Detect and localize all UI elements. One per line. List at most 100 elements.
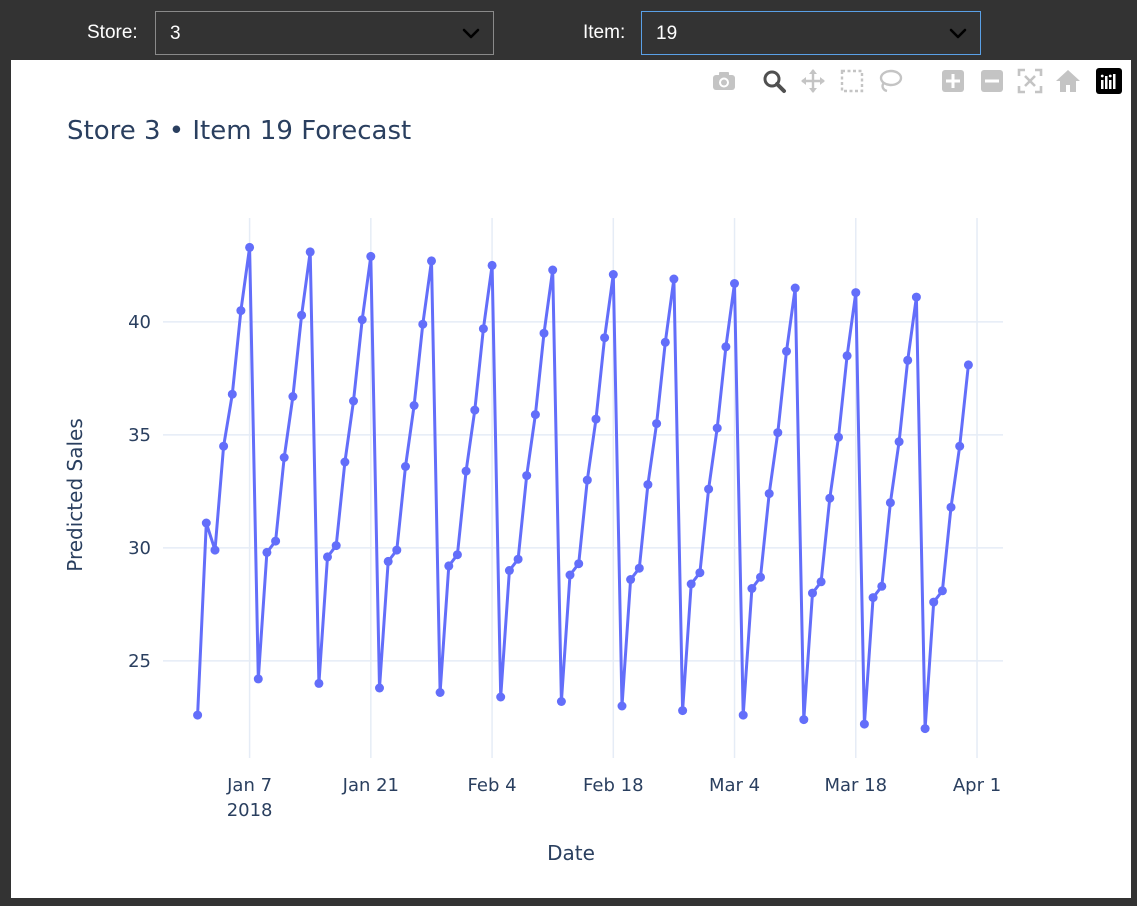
data-point[interactable]: [548, 265, 558, 275]
data-point[interactable]: [903, 355, 913, 365]
data-point[interactable]: [764, 489, 774, 499]
data-point[interactable]: [409, 401, 419, 410]
data-point[interactable]: [279, 453, 289, 462]
data-point[interactable]: [799, 715, 809, 725]
data-point[interactable]: [201, 518, 211, 528]
data-point[interactable]: [340, 457, 350, 467]
data-point[interactable]: [660, 337, 670, 347]
data-point[interactable]: [643, 480, 653, 490]
data-point[interactable]: [193, 710, 203, 720]
data-point[interactable]: [730, 279, 739, 288]
data-point[interactable]: [678, 706, 688, 716]
data-point[interactable]: [808, 588, 817, 598]
data-point[interactable]: [894, 437, 904, 447]
data-point[interactable]: [435, 688, 445, 697]
data-point[interactable]: [885, 498, 895, 508]
data-point[interactable]: [227, 389, 237, 399]
data-point[interactable]: [669, 274, 679, 284]
data-point[interactable]: [401, 462, 410, 471]
data-point[interactable]: [868, 593, 878, 603]
data-point[interactable]: [236, 306, 246, 316]
data-point[interactable]: [305, 247, 315, 257]
data-point[interactable]: [253, 674, 263, 684]
data-point[interactable]: [608, 270, 618, 279]
data-point[interactable]: [600, 333, 610, 343]
data-point[interactable]: [478, 324, 488, 334]
store-dropdown[interactable]: 3: [155, 11, 494, 55]
y-axis-ticks: 25 30 35 40: [128, 312, 151, 672]
data-point[interactable]: [565, 570, 575, 580]
data-point[interactable]: [444, 561, 454, 571]
data-point[interactable]: [591, 414, 601, 424]
data-point[interactable]: [366, 251, 376, 261]
data-point[interactable]: [686, 579, 696, 589]
data-point[interactable]: [911, 292, 921, 302]
data-point[interactable]: [530, 410, 540, 420]
data-point[interactable]: [314, 678, 324, 688]
data-point[interactable]: [834, 432, 843, 442]
data-point[interactable]: [556, 697, 566, 706]
data-point[interactable]: [946, 502, 956, 512]
data-point[interactable]: [392, 545, 402, 555]
data-point[interactable]: [323, 552, 332, 562]
data-point[interactable]: [513, 554, 523, 564]
data-point[interactable]: [262, 547, 272, 557]
data-point[interactable]: [331, 541, 341, 551]
data-point[interactable]: [652, 419, 662, 429]
data-point[interactable]: [210, 545, 220, 555]
x-tick-label: Apr 1: [953, 775, 1001, 796]
data-point[interactable]: [773, 428, 783, 438]
data-point[interactable]: [383, 556, 393, 566]
data-point[interactable]: [219, 441, 229, 451]
data-point[interactable]: [859, 719, 869, 729]
data-point[interactable]: [738, 710, 748, 720]
data-point[interactable]: [704, 484, 714, 494]
data-point[interactable]: [851, 288, 861, 298]
data-point[interactable]: [427, 256, 436, 266]
data-point[interactable]: [937, 586, 947, 596]
data-point[interactable]: [271, 536, 281, 546]
x-tick-label: Feb 18: [583, 775, 644, 796]
data-point[interactable]: [747, 584, 757, 593]
data-point[interactable]: [375, 683, 384, 693]
forecast-chart: Jan 7 2018 Jan 21 Feb 4 Feb 18 Mar 4 Mar 18 Apr…: [63, 116, 1003, 865]
data-point[interactable]: [920, 724, 930, 734]
data-point[interactable]: [721, 342, 731, 352]
data-point[interactable]: [963, 360, 973, 370]
data-point[interactable]: [712, 423, 722, 433]
data-point[interactable]: [825, 493, 835, 503]
data-point[interactable]: [816, 577, 826, 587]
data-point[interactable]: [582, 475, 592, 485]
data-point[interactable]: [790, 283, 800, 293]
data-point[interactable]: [487, 260, 497, 270]
data-point[interactable]: [461, 466, 471, 476]
data-point[interactable]: [626, 575, 636, 584]
data-point[interactable]: [245, 242, 255, 252]
data-point[interactable]: [470, 405, 480, 415]
data-point[interactable]: [955, 441, 965, 451]
chevron-down-icon: [949, 28, 967, 39]
data-point[interactable]: [782, 346, 791, 356]
data-point[interactable]: [617, 701, 627, 711]
data-point[interactable]: [297, 310, 307, 320]
data-point[interactable]: [877, 581, 887, 591]
item-dropdown[interactable]: 19: [641, 11, 981, 55]
data-point[interactable]: [539, 328, 549, 338]
data-point[interactable]: [288, 392, 298, 401]
data-point[interactable]: [452, 550, 462, 560]
data-point[interactable]: [357, 315, 367, 325]
data-point[interactable]: [496, 692, 506, 702]
store-label: Store:: [87, 22, 138, 43]
data-point[interactable]: [695, 568, 705, 578]
data-point[interactable]: [929, 597, 939, 607]
data-point[interactable]: [574, 559, 584, 569]
data-point[interactable]: [842, 351, 852, 361]
chevron-down-icon: [462, 28, 480, 39]
data-point[interactable]: [756, 572, 765, 582]
data-point[interactable]: [418, 319, 428, 329]
data-point[interactable]: [522, 471, 532, 481]
y-tick-label: 35: [128, 425, 151, 446]
data-point[interactable]: [349, 396, 358, 406]
data-point[interactable]: [634, 563, 644, 573]
data-point[interactable]: [504, 566, 514, 575]
